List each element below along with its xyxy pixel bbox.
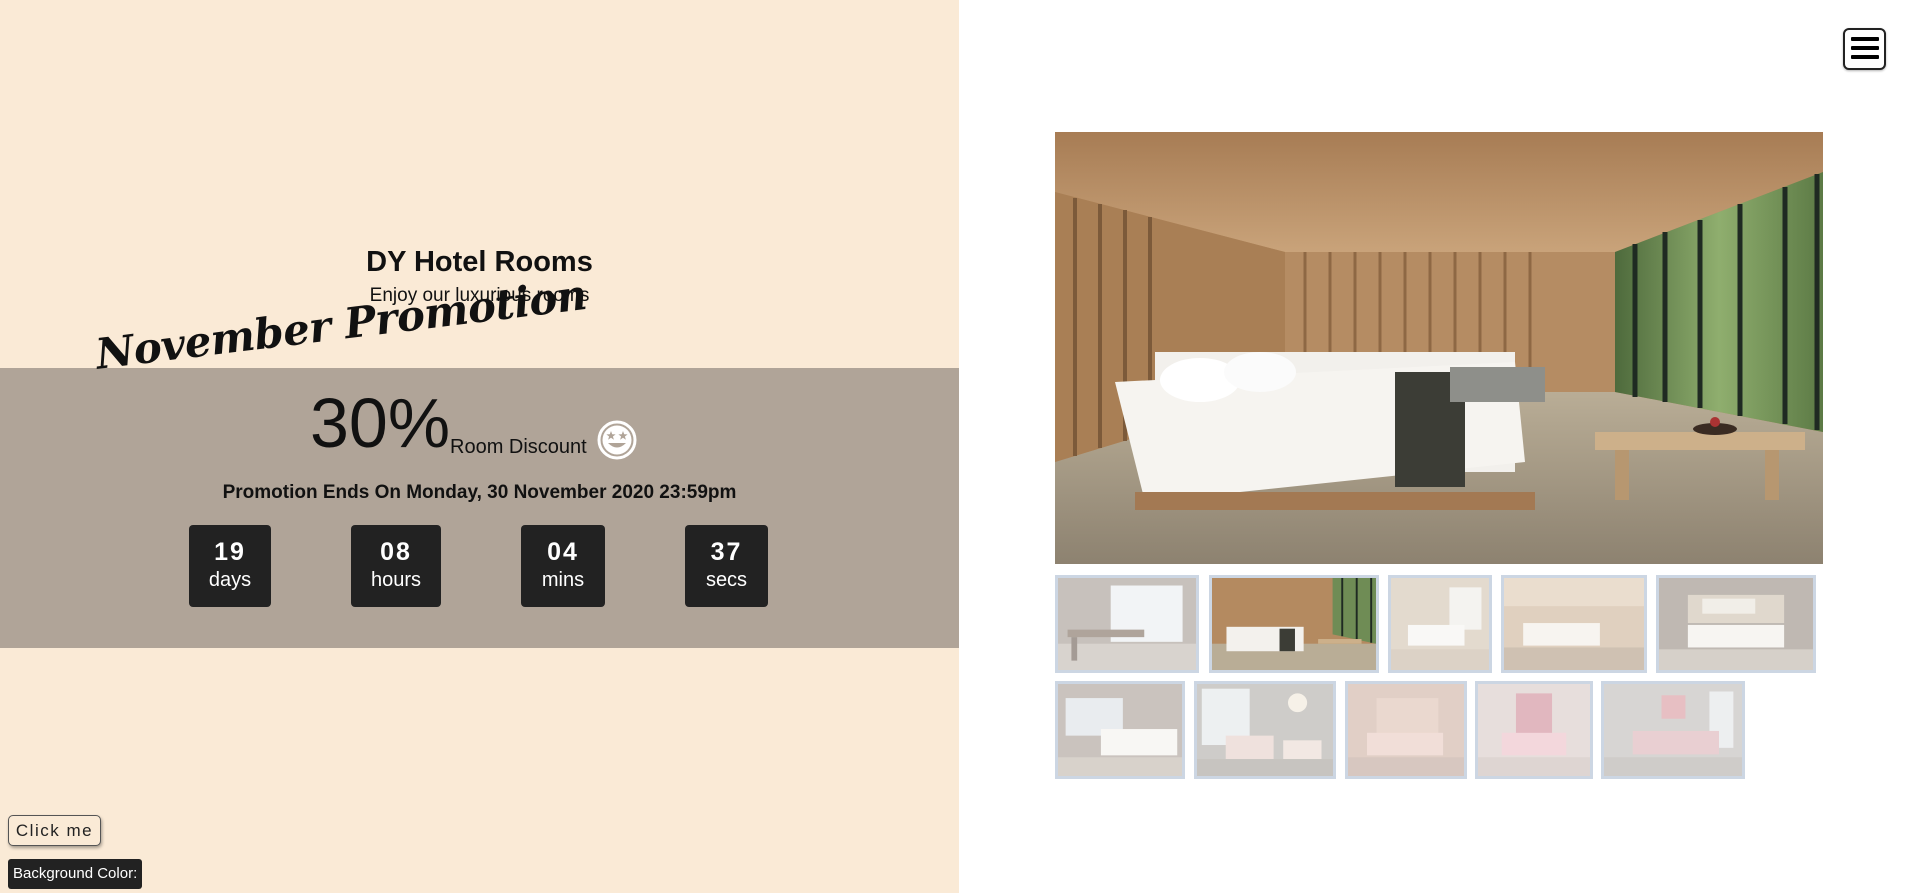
hamburger-menu-icon[interactable] <box>1843 28 1886 70</box>
countdown-days-value: 19 <box>214 538 246 566</box>
smiling-star-eyes-icon <box>597 420 637 460</box>
page-title: DY Hotel Rooms <box>366 246 593 278</box>
promotion-band <box>0 368 959 648</box>
gallery-thumbnail[interactable] <box>1656 575 1816 673</box>
countdown-hours-value: 08 <box>380 538 412 566</box>
countdown-hours-unit: hours <box>370 569 422 591</box>
gallery-thumbnail[interactable] <box>1209 575 1379 673</box>
gallery-thumbnail[interactable] <box>1388 575 1492 673</box>
countdown-mins-value: 04 <box>547 538 579 566</box>
gallery-thumbnail[interactable] <box>1055 575 1199 673</box>
countdown-secs-value: 37 <box>710 538 743 566</box>
countdown-secs-unit: secs <box>705 569 748 591</box>
countdown-hours: 08 hours <box>351 525 441 607</box>
gallery-thumbnail[interactable] <box>1345 681 1467 779</box>
discount-percent: 30% <box>310 384 451 462</box>
countdown-mins: 04 mins <box>521 525 605 607</box>
gallery-thumbnail[interactable] <box>1055 681 1185 779</box>
click-me-button[interactable]: Click me <box>8 815 101 846</box>
main-room-photo <box>1055 132 1823 564</box>
background-color-label: Background Color: <box>8 859 143 889</box>
gallery-thumbnail[interactable] <box>1501 575 1647 673</box>
promotion-end-date: Promotion Ends On Monday, 30 November 20… <box>222 482 737 503</box>
countdown-days-unit: days <box>208 569 252 591</box>
gallery-thumbnail[interactable] <box>1194 681 1336 779</box>
gallery-thumbnail[interactable] <box>1475 681 1593 779</box>
countdown-mins-unit: mins <box>541 569 585 591</box>
countdown-days: 19 days <box>189 525 271 607</box>
gallery-thumbnail[interactable] <box>1601 681 1745 779</box>
countdown-secs: 37 secs <box>685 525 768 607</box>
discount-label: Room Discount <box>450 436 587 458</box>
